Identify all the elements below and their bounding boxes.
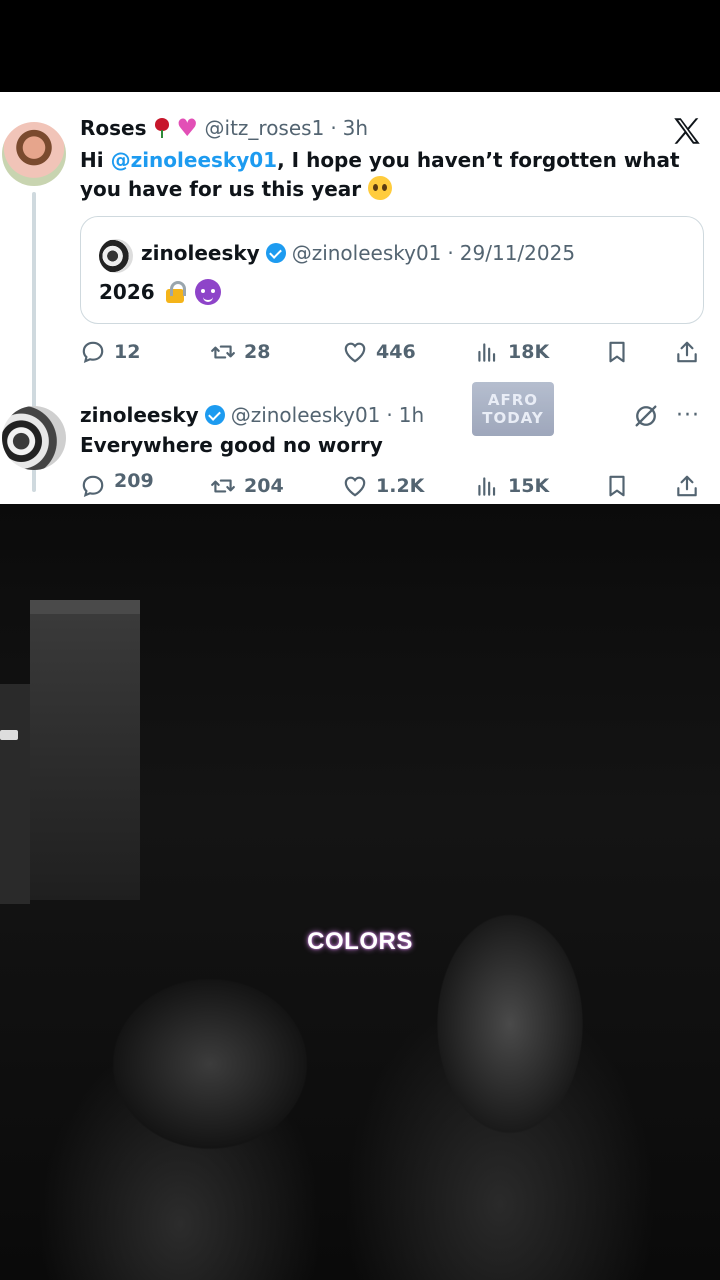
tweet2-author-handle[interactable]: @zinoleesky01 [231,403,381,427]
bookmark-button[interactable] [604,336,630,368]
like-count: 1.2K [376,475,425,497]
quote-avatar [99,239,133,273]
more-icon[interactable]: ··· [676,403,700,428]
repost-icon [211,345,235,359]
separator-dot: · [330,116,337,140]
like-count: 446 [376,341,416,363]
views-button[interactable]: 18K [474,336,549,368]
reply-button[interactable]: 12 [80,336,140,368]
reply-icon [82,475,104,498]
video-player-area[interactable]: COLORS [0,504,720,1280]
like-button[interactable]: 1.2K [342,470,424,502]
quote-date: 29/11/2025 [459,241,576,265]
rose-emoji-icon [153,118,171,138]
heart-emoji-icon [177,114,199,142]
verified-badge-icon [204,405,225,425]
quote-text-value: 2026 [99,280,155,304]
reply-count: 209 [114,470,154,492]
background-light [0,730,18,740]
background-building [30,600,140,900]
tweet1-text: Hi @zinoleesky01, I hope you haven’t for… [80,146,708,204]
grok-icon[interactable] [632,402,660,430]
lock-key-emoji-icon [163,280,187,304]
tweet1-author-handle[interactable]: @itz_roses1 [205,116,325,140]
views-icon [478,343,496,362]
tweet2-header: zinoleesky @zinoleesky01 · 1h [80,403,424,427]
repost-count: 28 [244,341,271,363]
reply-button[interactable]: 209 [80,470,154,502]
avatar-zinoleesky[interactable] [2,406,66,470]
views-button[interactable]: 15K [474,470,549,502]
tweet1-action-bar: 12 28 446 18K [80,336,704,368]
bookmark-icon [609,341,625,363]
separator-dot: · [447,241,454,265]
reply-icon [82,341,104,364]
x-logo-icon [674,118,700,144]
quote-header: zinoleesky @zinoleesky01 · 29/11/2025 [141,241,575,265]
smiling-devil-emoji-icon [194,279,221,305]
repost-count: 204 [244,475,284,497]
heart-icon [344,476,366,497]
tweet2-author-name[interactable]: zinoleesky [80,403,199,427]
quote-text: 2026 [99,279,221,305]
watermark-line1: AFRO [487,391,539,409]
video-caption: COLORS [307,928,413,955]
pleading-face-emoji-icon [368,176,393,200]
verified-badge-icon [265,243,286,263]
views-icon [478,477,496,496]
repost-button[interactable]: 204 [210,470,284,502]
quote-author-name: zinoleesky [141,241,260,265]
top-black-bar [0,0,720,92]
share-button[interactable] [674,470,700,502]
views-count: 18K [508,341,550,363]
afro-today-watermark: AFRO TODAY [472,382,554,436]
bookmark-icon [609,475,625,497]
tweet1-author-name[interactable]: Roses [80,116,147,140]
tweet1-text-prefix: Hi [80,148,111,172]
background-wall [0,684,30,904]
share-icon [677,475,697,497]
quoted-tweet[interactable]: zinoleesky @zinoleesky01 · 29/11/2025 20… [80,216,704,324]
like-button[interactable]: 446 [342,336,416,368]
reply-count: 12 [114,341,141,363]
avatar-roses[interactable] [2,122,66,186]
bookmark-button[interactable] [604,470,630,502]
tweet1-timestamp[interactable]: 3h [343,116,368,140]
tweet-screenshot-card: Roses @itz_roses1 · 3h Hi @zinoleesky01,… [0,92,720,504]
quote-author-handle: @zinoleesky01 [291,241,442,265]
tweet2-text: Everywhere good no worry [80,433,383,457]
views-count: 15K [508,475,550,497]
repost-button[interactable]: 28 [210,336,270,368]
share-button[interactable] [674,336,700,368]
share-icon [677,341,697,363]
tweet2-timestamp[interactable]: 1h [399,403,424,427]
repost-icon [211,479,235,493]
separator-dot: · [386,403,393,427]
tweet1-header: Roses @itz_roses1 · 3h [80,114,368,142]
watermark-line2: TODAY [482,409,544,427]
heart-icon [344,342,366,363]
tweet2-action-bar: 209 204 1.2K 15K [80,470,704,502]
tweet1-mention-link[interactable]: @zinoleesky01 [111,148,278,172]
